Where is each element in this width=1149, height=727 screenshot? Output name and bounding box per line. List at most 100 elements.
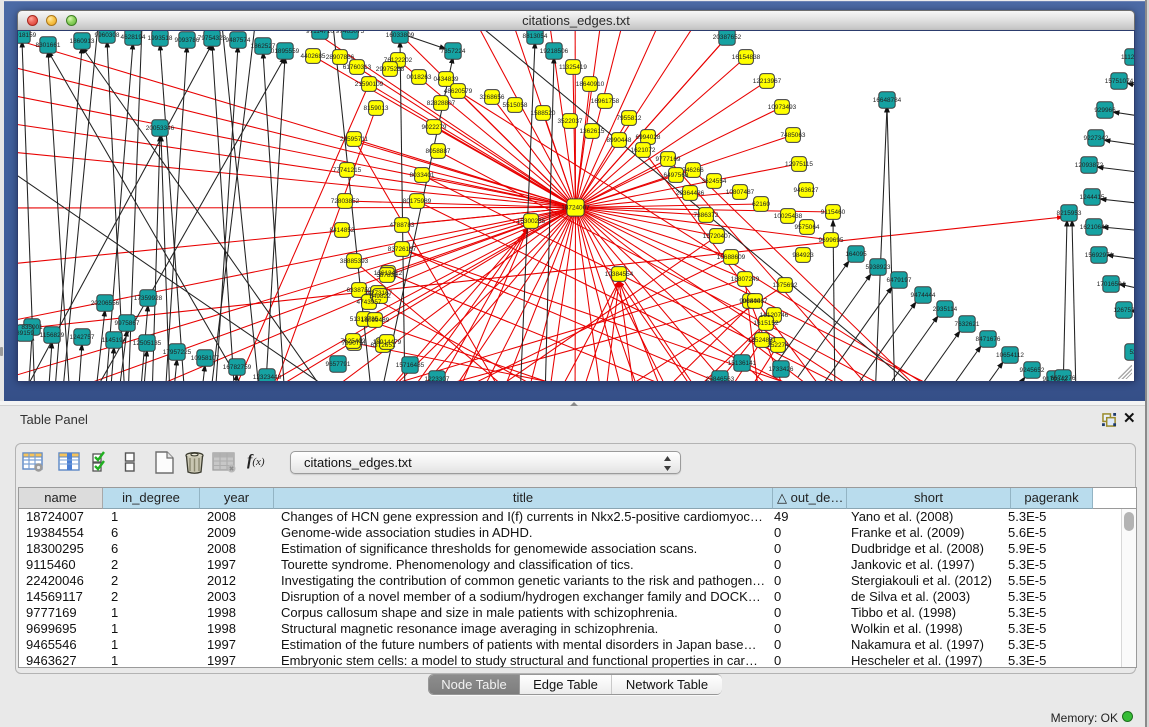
svg-text:97114710: 97114710 [306, 31, 334, 35]
svg-text:9084067: 9084067 [743, 298, 768, 305]
svg-text:7632621: 7632621 [955, 321, 980, 328]
svg-text:1621072: 1621072 [631, 147, 656, 154]
svg-text:97465075: 97465075 [336, 31, 365, 35]
svg-text:11325419: 11325419 [559, 64, 587, 71]
svg-text:7357224: 7357224 [441, 48, 466, 55]
svg-text:79754323: 79754323 [198, 35, 227, 42]
svg-text:8990448: 8990448 [607, 137, 632, 144]
svg-text:72803852: 72803852 [331, 198, 360, 205]
svg-text:20206556: 20206556 [91, 300, 120, 307]
svg-text:252274: 252274 [767, 342, 789, 349]
svg-text:9575064: 9575064 [795, 224, 820, 231]
svg-text:7485063: 7485063 [781, 132, 806, 139]
svg-text:20053346: 20053346 [146, 125, 175, 132]
svg-text:48620579: 48620579 [444, 88, 473, 95]
svg-text:16210643: 16210643 [1080, 224, 1109, 231]
svg-text:0434839: 0434839 [434, 76, 459, 83]
svg-text:20387652: 20387652 [713, 34, 742, 41]
svg-text:1223307: 1223307 [425, 376, 450, 381]
svg-text:10025438: 10025438 [774, 213, 803, 220]
svg-text:164095: 164095 [845, 251, 867, 258]
svg-text:4402685: 4402685 [301, 53, 326, 60]
svg-text:76122202: 76122202 [384, 57, 413, 64]
svg-text:9227342: 9227342 [1084, 135, 1109, 142]
svg-text:18640910: 18640910 [576, 81, 605, 88]
svg-text:16120746: 16120746 [760, 312, 789, 319]
svg-text:29975288: 29975288 [376, 66, 405, 73]
svg-text:1375692: 1375692 [773, 282, 798, 289]
svg-text:587833: 587833 [376, 272, 398, 279]
svg-text:1362615: 1362615 [580, 128, 605, 135]
svg-text:15300235: 15300235 [517, 218, 546, 225]
svg-text:17957225: 17957225 [163, 349, 192, 356]
svg-text:38885393: 38885393 [340, 258, 369, 265]
svg-text:549822: 549822 [369, 293, 391, 300]
svg-text:16782759: 16782759 [223, 364, 252, 371]
svg-text:9975867: 9975867 [115, 320, 140, 327]
svg-text:3522037: 3522037 [558, 118, 583, 125]
svg-text:1588520: 1588520 [531, 110, 556, 117]
svg-text:1615152: 1615152 [754, 320, 779, 327]
svg-text:8813054: 8813054 [523, 33, 548, 40]
svg-text:80175989: 80175989 [403, 198, 432, 205]
svg-text:1993518: 1993518 [148, 35, 173, 42]
svg-text:4628194: 4628194 [121, 34, 146, 41]
svg-text:8159013: 8159013 [364, 105, 389, 112]
svg-text:39159: 39159 [18, 330, 34, 337]
svg-text:8033401: 8033401 [410, 172, 435, 179]
svg-text:9093786: 9093786 [175, 37, 200, 44]
svg-text:82828807: 82828807 [427, 100, 456, 107]
svg-text:9487574: 9487574 [226, 37, 251, 44]
svg-text:1156829: 1156829 [40, 332, 65, 339]
svg-text:18807249: 18807249 [731, 276, 760, 283]
svg-text:16033809: 16033809 [386, 32, 415, 39]
svg-text:16914479: 16914479 [373, 339, 402, 346]
svg-text:9657791: 9657791 [326, 361, 351, 368]
svg-text:10973493: 10973493 [768, 104, 797, 111]
svg-text:12093872: 12093872 [1075, 162, 1104, 169]
svg-text:4743957: 4743957 [357, 299, 382, 306]
svg-text:19218506: 19218506 [540, 48, 569, 55]
svg-text:17016504: 17016504 [1097, 281, 1126, 288]
svg-text:20364436: 20364436 [676, 190, 705, 197]
svg-text:6671276: 6671276 [1051, 375, 1076, 381]
svg-text:126753: 126753 [1113, 307, 1134, 314]
svg-text:9245652: 9245652 [1020, 367, 1045, 374]
svg-text:6479197: 6479197 [887, 277, 912, 284]
svg-text:10807487: 10807487 [726, 189, 755, 196]
svg-text:21590109: 21590109 [355, 81, 384, 88]
svg-text:1733426: 1733426 [769, 366, 794, 373]
svg-text:9463627: 9463627 [794, 187, 819, 194]
svg-text:9699695: 9699695 [819, 237, 844, 244]
svg-text:9960308: 9960308 [95, 32, 120, 39]
svg-text:9777169: 9777169 [656, 156, 681, 163]
svg-text:5938923: 5938923 [866, 264, 891, 271]
svg-text:929966: 929966 [1094, 107, 1116, 114]
svg-text:8215953: 8215953 [1057, 210, 1082, 217]
svg-text:8471676: 8471676 [976, 336, 1001, 343]
svg-text:15136141: 15136141 [728, 360, 757, 367]
svg-text:6994028: 6994028 [636, 134, 661, 141]
svg-text:10958107: 10958107 [191, 355, 220, 362]
svg-text:16154838: 16154838 [732, 54, 761, 61]
svg-text:1244415: 1244415 [1080, 194, 1105, 201]
svg-text:17359928: 17359928 [134, 295, 163, 302]
svg-text:77741215: 77741215 [333, 167, 362, 174]
svg-text:8301661: 8301661 [36, 42, 61, 49]
svg-text:1145194: 1145194 [102, 337, 127, 344]
svg-text:12323448: 12323448 [253, 374, 282, 381]
svg-text:53: 53 [1129, 349, 1134, 356]
svg-text:1112843: 1112843 [1121, 54, 1134, 61]
svg-text:3268656: 3268656 [480, 94, 505, 101]
svg-text:1242757: 1242757 [70, 334, 95, 341]
svg-text:12505135: 12505135 [133, 340, 162, 347]
svg-text:15692971: 15692971 [1085, 252, 1114, 259]
svg-text:8058887: 8058887 [426, 148, 451, 155]
svg-text:62160: 62160 [752, 201, 770, 208]
svg-text:9115460: 9115460 [821, 209, 846, 216]
svg-text:15720407: 15720407 [703, 233, 732, 240]
svg-text:26018159: 26018159 [18, 32, 37, 39]
svg-text:12975115: 12975115 [785, 161, 813, 168]
svg-text:4788783: 4788783 [390, 222, 415, 229]
svg-text:28907866: 28907866 [326, 54, 355, 61]
